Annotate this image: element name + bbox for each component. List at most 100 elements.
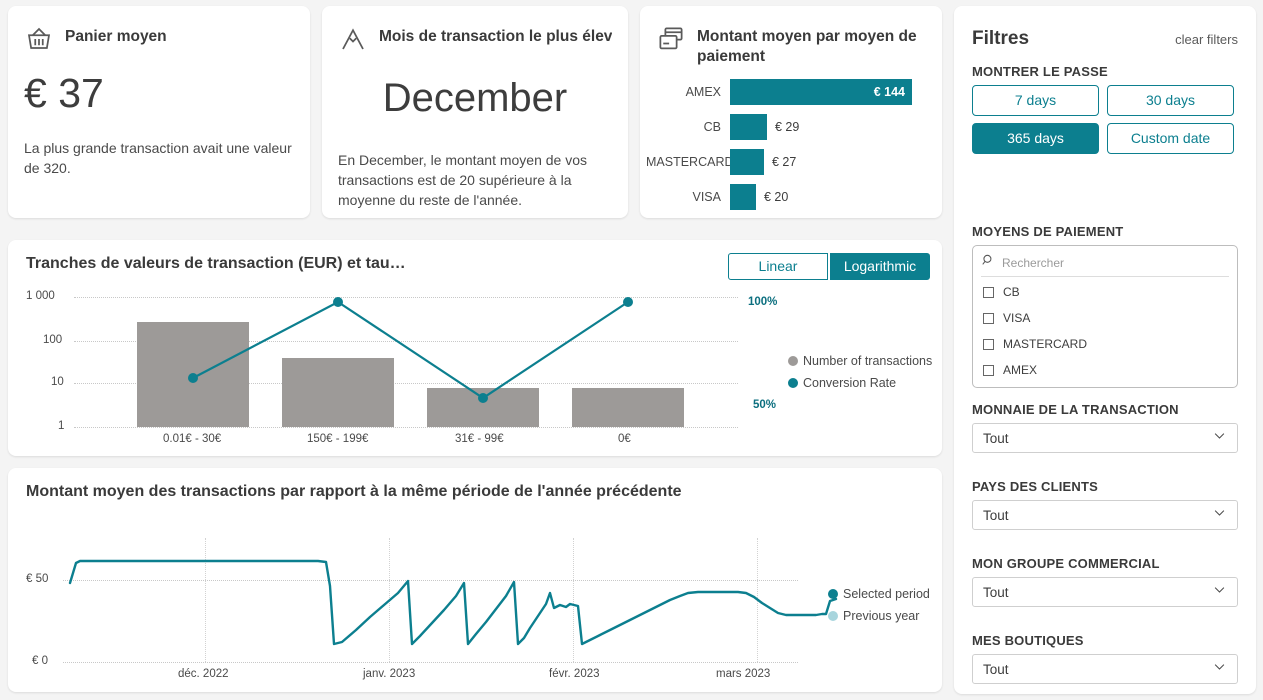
basket-icon — [24, 24, 54, 54]
country-filter-label: PAYS DES CLIENTS — [972, 479, 1099, 494]
kpi-subtitle: En December, le montant moyen de vos tra… — [338, 152, 588, 208]
kpi-title: Mois de transaction le plus élevé — [379, 28, 612, 45]
currency-select[interactable]: Tout — [972, 423, 1238, 453]
business-group-select[interactable]: Tout — [972, 577, 1238, 607]
kpi-title: Panier moyen — [65, 28, 167, 45]
payment-method-bar — [730, 149, 764, 176]
payment-method-checkbox-cb[interactable]: CB — [973, 281, 1237, 303]
brackets-chart-card: Tranches de valeurs de transaction (EUR)… — [8, 240, 942, 456]
gridline — [63, 662, 798, 663]
x-axis-tick: déc. 2022 — [178, 668, 229, 680]
gridline — [573, 538, 574, 662]
filters-panel: Filtres clear filters MONTRER LE PASSE 7… — [954, 6, 1256, 694]
period-button-365-days[interactable]: 365 days — [972, 123, 1099, 154]
legend-item[interactable]: Number of transactions — [788, 350, 932, 372]
payment-method-value: € 29 — [775, 120, 800, 135]
period-button-7-days[interactable]: 7 days — [972, 85, 1099, 116]
payment-method-row: AMEX € 144 — [646, 75, 928, 110]
payment-method-value: € 20 — [764, 190, 789, 205]
gridline — [205, 538, 206, 662]
y-axis-tick: 100 — [43, 334, 63, 346]
credit-cards-icon — [656, 24, 686, 54]
legend-label: Previous year — [843, 609, 920, 623]
bar-transactions — [427, 388, 539, 427]
payment-method-bar-list: AMEX € 144 CB € 29 MASTERCARD € 27 VISA … — [640, 67, 942, 215]
checkbox-label: AMEX — [1003, 363, 1038, 377]
shops-filter-label: MES BOUTIQUES — [972, 633, 1084, 648]
gridline — [757, 538, 758, 662]
payment-method-value: € 144 — [873, 85, 905, 100]
checkbox-label: VISA — [1003, 311, 1031, 325]
gridline — [63, 580, 798, 581]
y-axis-tick: € 0 — [32, 655, 48, 667]
kpi-header: Mois de transaction le plus élevé — [322, 6, 628, 54]
y-axis-tick: 10 — [51, 376, 64, 388]
filters-header: Filtres clear filters — [954, 6, 1256, 50]
checkbox-label: CB — [1003, 285, 1020, 299]
y2-axis-tick: 50% — [753, 399, 777, 411]
period-filter-group: 7 days 30 days 365 days Custom date — [954, 85, 1256, 154]
legend-item[interactable]: Selected period — [828, 583, 930, 605]
legend-label: Conversion Rate — [803, 376, 897, 390]
checkbox-icon — [983, 364, 994, 376]
filters-title: Filtres — [972, 28, 1030, 49]
y-axis-tick: 1 — [58, 420, 65, 432]
payment-method-bar — [730, 114, 767, 141]
payment-method-value: € 27 — [772, 155, 797, 170]
legend-swatch-icon — [828, 611, 838, 621]
period-button-custom-date[interactable]: Custom date — [1107, 123, 1234, 154]
country-select-value: Tout — [983, 507, 1009, 523]
x-axis-tick: 31€ - 99€ — [455, 433, 504, 445]
trend-plot: € 50 € 0 déc. 2022 janv. 2023 févr. 2023… — [8, 468, 942, 692]
checkbox-icon — [983, 312, 994, 324]
chevron-down-icon — [1212, 659, 1227, 679]
chart-legend: Number of transactions Conversion Rate — [788, 350, 932, 394]
period-button-30-days[interactable]: 30 days — [1107, 85, 1234, 116]
bar-transactions — [137, 322, 249, 427]
x-axis-tick: janv. 2023 — [363, 668, 416, 680]
shops-select[interactable]: Tout — [972, 654, 1238, 684]
legend-swatch-icon — [788, 356, 798, 366]
checkbox-icon — [983, 338, 994, 350]
checkbox-label: MASTERCARD — [1003, 337, 1088, 351]
y-axis-tick: 1 000 — [26, 290, 55, 302]
period-filter-label: MONTRER LE PASSE — [972, 64, 1108, 79]
brackets-plot: 1 000 100 10 1 100% 50% 0.01€ - 30€ 150€… — [8, 240, 942, 456]
legend-swatch-icon — [828, 589, 838, 599]
x-axis-tick: mars 2023 — [716, 668, 771, 680]
payment-method-checkbox-amex[interactable]: AMEX — [973, 359, 1237, 381]
kpi-card-average-by-payment-method: Montant moyen par moyen de paiement AMEX… — [640, 6, 942, 218]
payment-methods-filter-label: MOYENS DE PAIEMENT — [972, 224, 1124, 239]
bar-transactions — [572, 388, 684, 427]
trend-chart-card: Montant moyen des transactions par rappo… — [8, 468, 942, 692]
kpi-value: € 37 — [24, 70, 104, 116]
chevron-down-icon — [1212, 505, 1227, 525]
y-axis-tick: € 50 — [26, 573, 49, 585]
x-axis-tick: 150€ - 199€ — [307, 433, 369, 445]
x-axis-tick: févr. 2023 — [549, 668, 600, 680]
x-axis-tick: 0.01€ - 30€ — [163, 433, 222, 445]
chevron-down-icon — [1212, 428, 1227, 448]
payment-methods-listbox: CB VISA MASTERCARD AMEX — [972, 245, 1238, 388]
legend-item[interactable]: Previous year — [828, 605, 930, 627]
kpi-value: December — [382, 76, 568, 120]
business-group-select-value: Tout — [983, 584, 1009, 600]
payment-method-label: CB — [703, 120, 721, 135]
payment-method-label: VISA — [692, 190, 722, 205]
legend-item[interactable]: Conversion Rate — [788, 372, 932, 394]
clear-filters-link[interactable]: clear filters — [1175, 32, 1238, 47]
kpi-subtitle: La plus grande transaction avait une val… — [24, 140, 292, 176]
payment-methods-search-input[interactable] — [1002, 255, 1229, 270]
currency-select-value: Tout — [983, 430, 1009, 446]
legend-label: Selected period — [843, 587, 930, 601]
dashboard-page: Panier moyen € 37 La plus grande transac… — [0, 0, 1263, 700]
payment-method-checkbox-mastercard[interactable]: MASTERCARD — [973, 333, 1237, 355]
country-select[interactable]: Tout — [972, 500, 1238, 530]
kpi-card-top-month: Mois de transaction le plus élevé Decemb… — [322, 6, 628, 218]
peak-icon — [338, 24, 368, 54]
y2-axis-tick: 100% — [748, 296, 778, 308]
legend-swatch-icon — [788, 378, 798, 388]
kpi-title: Montant moyen par moyen de paiement — [697, 28, 917, 65]
payment-method-checkbox-visa[interactable]: VISA — [973, 307, 1237, 329]
currency-filter-label: MONNAIE DE LA TRANSACTION — [972, 402, 1179, 417]
